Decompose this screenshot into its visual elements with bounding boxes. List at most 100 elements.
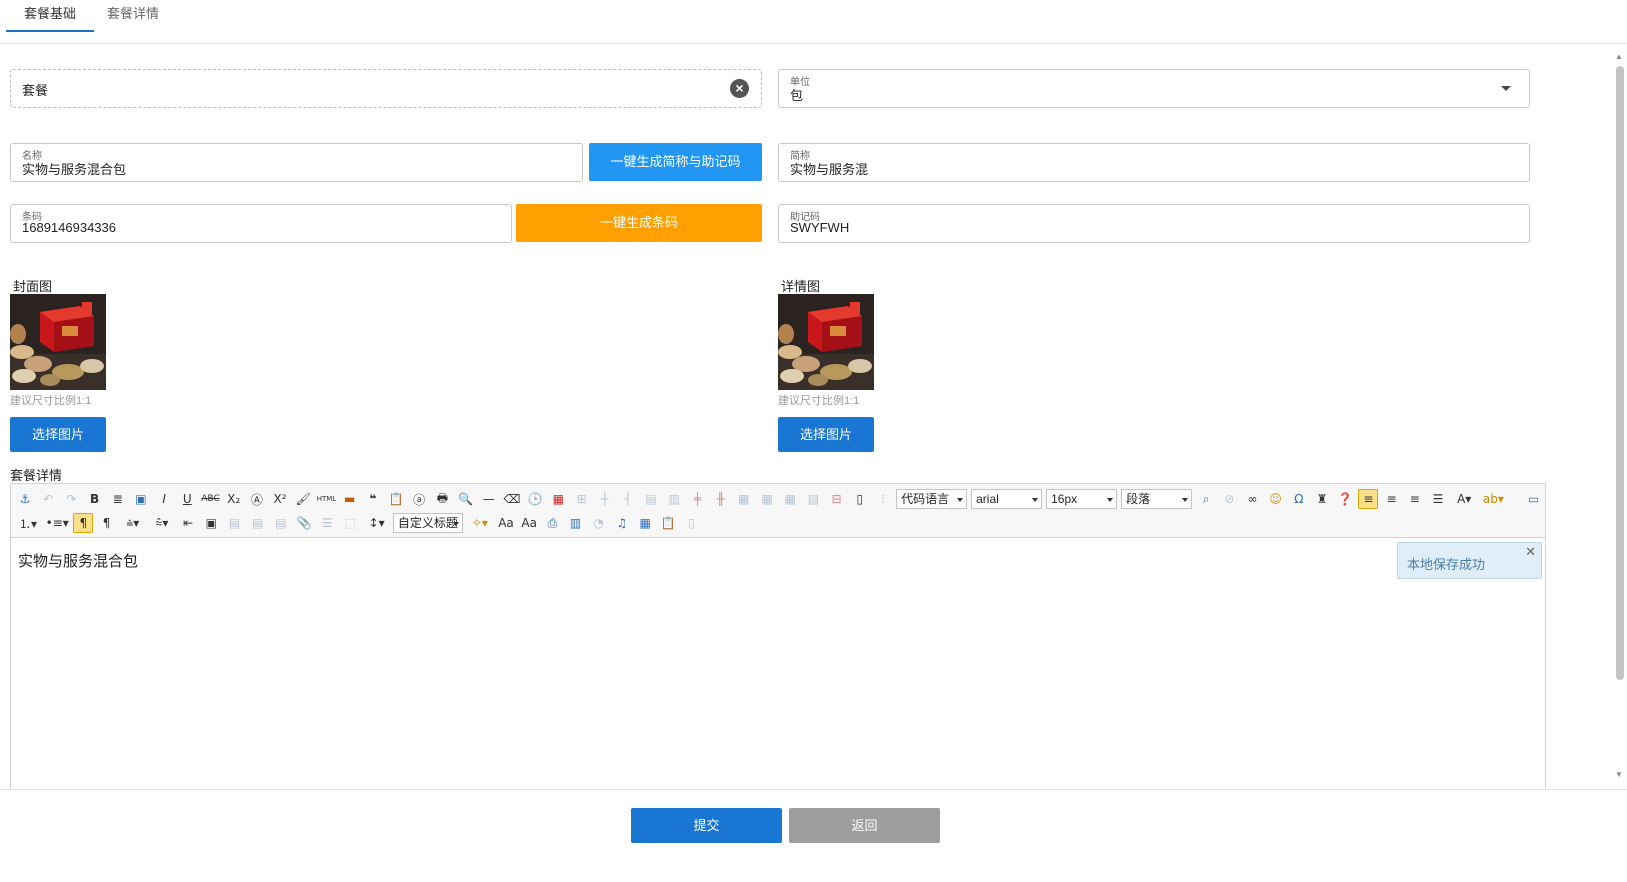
- delete-col-icon[interactable]: ╫: [711, 489, 731, 509]
- image-none-icon[interactable]: ▣: [201, 513, 221, 533]
- insert-table-icon[interactable]: ⊞: [572, 489, 592, 509]
- search-replace-icon[interactable]: ⌕: [1196, 489, 1216, 509]
- horizontal-rule-icon[interactable]: —: [479, 489, 499, 509]
- paragraph-select[interactable]: 段落: [1121, 489, 1193, 509]
- line-height-icon[interactable]: ↕▾: [364, 513, 390, 533]
- align-right-icon[interactable]: ≡: [1382, 489, 1402, 509]
- editor-content[interactable]: 实物与服务混合包: [18, 550, 138, 571]
- background-icon[interactable]: ◔: [589, 513, 609, 533]
- draft-icon[interactable]: ▯: [682, 513, 702, 533]
- delete-table-icon[interactable]: ▧: [803, 489, 823, 509]
- ordered-list-icon[interactable]: ⒈▾: [15, 513, 41, 533]
- case-lower-icon[interactable]: Aa: [519, 513, 539, 533]
- underline-icon[interactable]: U: [177, 489, 197, 509]
- delete-row-icon[interactable]: ╪: [687, 489, 707, 509]
- outdent-icon[interactable]: ⇤: [178, 513, 198, 533]
- scroll-thumb[interactable]: [1616, 66, 1624, 680]
- grid-table-icon[interactable]: ▦: [635, 513, 655, 533]
- html-source-icon[interactable]: HTML: [316, 489, 336, 509]
- tab-package-basic[interactable]: 套餐基础: [6, 6, 94, 32]
- paste-text-icon[interactable]: 📋: [386, 489, 406, 509]
- unordered-list-icon[interactable]: •≡▾: [44, 513, 70, 533]
- direction-rtl-icon[interactable]: ¶: [97, 513, 117, 533]
- align-left-icon[interactable]: ≡: [1358, 489, 1379, 509]
- auto-format-icon[interactable]: ✧▾: [467, 513, 493, 533]
- split-cols-icon[interactable]: ▦: [780, 489, 800, 509]
- short-name-field[interactable]: 简称 实物与服务混: [778, 143, 1530, 182]
- select-all-icon[interactable]: ⓐ: [409, 489, 429, 509]
- redo-icon[interactable]: ↷: [61, 489, 81, 509]
- mnemonic-field[interactable]: 助记码 SWYFWH: [778, 204, 1530, 243]
- choose-detail-image-button[interactable]: 选择图片: [778, 417, 874, 452]
- chevron-down-icon[interactable]: [1501, 86, 1511, 91]
- format-painter-icon[interactable]: 🖌: [293, 489, 313, 509]
- indent-icon[interactable]: ≣: [108, 489, 128, 509]
- eraser-icon[interactable]: ⌫: [502, 489, 522, 509]
- insert-col-icon[interactable]: ┤: [618, 489, 638, 509]
- undo-icon[interactable]: ↶: [38, 489, 58, 509]
- scrawl-icon[interactable]: ⬚: [340, 513, 360, 533]
- insert-image-icon[interactable]: ▬: [340, 489, 360, 509]
- insert-title-icon[interactable]: ⁝: [873, 489, 893, 509]
- font-size-select[interactable]: 16px: [1046, 489, 1118, 509]
- direction-ltr-icon[interactable]: ¶: [73, 513, 94, 533]
- merge-cells-icon[interactable]: ▤: [641, 489, 661, 509]
- font-color-icon[interactable]: A▾: [1451, 489, 1477, 509]
- bold-icon[interactable]: B: [85, 489, 105, 509]
- template-icon[interactable]: ☰: [317, 513, 337, 533]
- word-image-icon[interactable]: ⎙: [542, 513, 562, 533]
- clear-icon[interactable]: ×: [730, 79, 749, 98]
- date-icon[interactable]: ▦: [548, 489, 568, 509]
- superscript-icon[interactable]: X²: [270, 489, 290, 509]
- font-family-select[interactable]: arial: [971, 489, 1043, 509]
- strikethrough-icon[interactable]: ABC: [201, 489, 221, 509]
- page-scrollbar[interactable]: ▲ ▼: [1613, 52, 1627, 820]
- merge-right-icon[interactable]: ▥: [664, 489, 684, 509]
- font-border-icon[interactable]: Ⓐ: [247, 489, 267, 509]
- scroll-up-arrow-icon[interactable]: ▲: [1615, 52, 1623, 61]
- close-icon[interactable]: ✕: [1525, 544, 1536, 560]
- generate-barcode-button[interactable]: 一键生成条码: [516, 204, 762, 242]
- insert-row-icon[interactable]: ┼: [595, 489, 615, 509]
- choose-cover-image-button[interactable]: 选择图片: [10, 417, 106, 452]
- map-icon[interactable]: ♜: [1312, 489, 1332, 509]
- image-right-icon[interactable]: ▤: [248, 513, 268, 533]
- print-icon[interactable]: 🖶: [432, 489, 452, 509]
- anchor-icon[interactable]: ⚓: [15, 489, 35, 509]
- align-center-icon[interactable]: ≡: [1405, 489, 1425, 509]
- code-language-select[interactable]: 代码语言: [896, 489, 968, 509]
- name-field[interactable]: 名称 实物与服务混合包: [10, 143, 583, 182]
- image-center-icon[interactable]: ▤: [271, 513, 291, 533]
- emoji-icon[interactable]: ☺: [1266, 489, 1286, 509]
- background-color-icon[interactable]: ab▾: [1480, 489, 1506, 509]
- custom-title-select[interactable]: 自定义标题: [392, 513, 463, 533]
- fullscreen-icon[interactable]: ▭: [1524, 489, 1544, 509]
- generate-short-name-button[interactable]: 一键生成简称与助记码: [589, 143, 762, 181]
- package-type-field[interactable]: 套餐 ×: [10, 69, 762, 108]
- preview-icon[interactable]: 🔍: [456, 489, 476, 509]
- row-spacing-bottom-icon[interactable]: ⩯▾: [149, 513, 175, 533]
- snapscreen-icon[interactable]: ▣: [131, 489, 151, 509]
- unlink-icon[interactable]: ⊘: [1219, 489, 1239, 509]
- page-break-icon[interactable]: ▯: [850, 489, 870, 509]
- case-upper-icon[interactable]: Aa: [496, 513, 516, 533]
- attachment-icon[interactable]: 📎: [294, 513, 314, 533]
- barcode-field[interactable]: 条码 1689146934336: [10, 204, 512, 243]
- tab-package-detail[interactable]: 套餐详情: [96, 6, 170, 32]
- paste-word-icon[interactable]: 📋: [658, 513, 678, 533]
- special-char-icon[interactable]: Ω: [1289, 489, 1309, 509]
- row-spacing-top-icon[interactable]: ⩮▾: [120, 513, 146, 533]
- delete-cell-icon[interactable]: ⊟: [827, 489, 847, 509]
- split-rows-icon[interactable]: ▦: [757, 489, 777, 509]
- italic-icon[interactable]: I: [154, 489, 174, 509]
- subscript-icon[interactable]: X₂: [224, 489, 244, 509]
- image-left-icon[interactable]: ▤: [225, 513, 245, 533]
- back-button[interactable]: 返回: [789, 808, 940, 843]
- insert-frame-icon[interactable]: ▥: [566, 513, 586, 533]
- music-icon[interactable]: ♫: [612, 513, 632, 533]
- split-cells-icon[interactable]: ▦: [734, 489, 754, 509]
- help-icon[interactable]: ❓: [1335, 489, 1355, 509]
- align-justify-icon[interactable]: ☰: [1428, 489, 1448, 509]
- blockquote-icon[interactable]: ❝: [363, 489, 383, 509]
- unit-select[interactable]: 单位 包: [778, 69, 1530, 108]
